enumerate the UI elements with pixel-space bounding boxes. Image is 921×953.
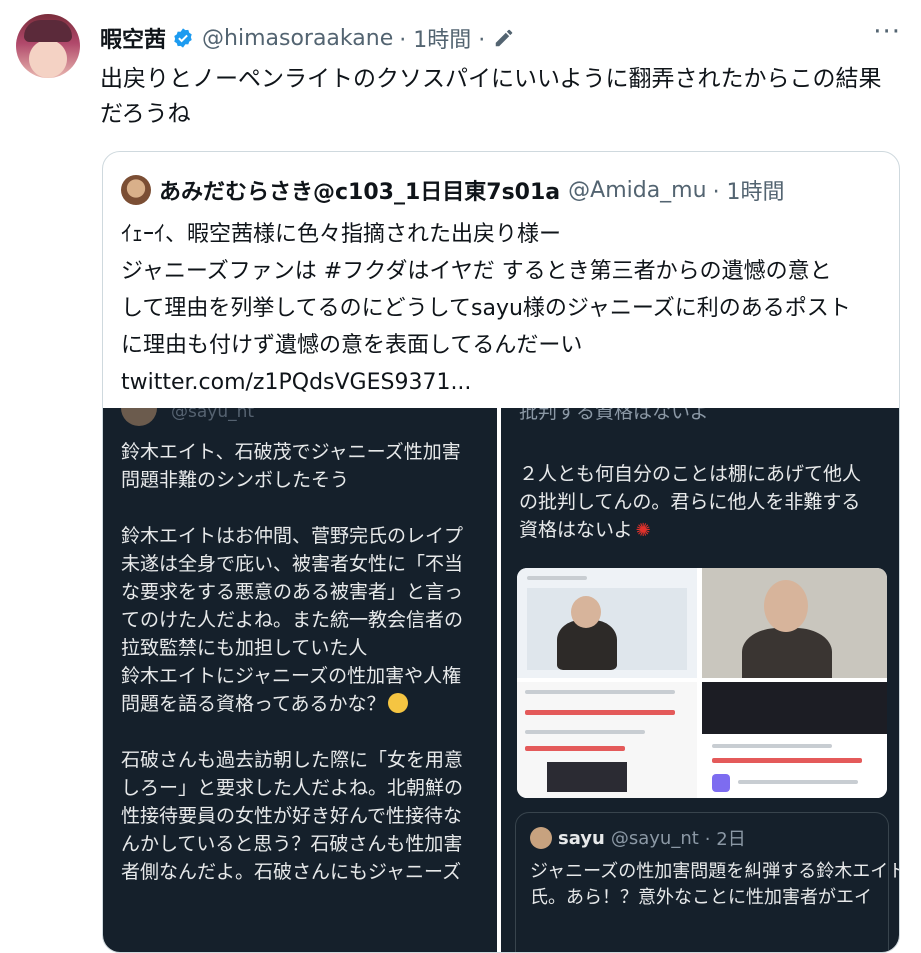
ghost-handle: @sayu_nt <box>171 408 255 422</box>
quote-media[interactable]: @sayu_nt 鈴木エイト、石破茂でジャニーズ性加害 問題非難のシンボしたそう… <box>103 408 899 952</box>
text-line: ジャニーズの性加害問題を糾弾する鈴木エイト <box>530 861 899 882</box>
text-line: てのけた人だよね。また統一教会信者の <box>121 609 464 631</box>
embed-author-name: sayu <box>558 827 605 849</box>
embed-header: sayu @sayu_nt · 2日 <box>530 825 746 851</box>
quote-author-name: あみだむらさき@c103_1日目東7s01a <box>159 180 561 205</box>
quote-tweet[interactable]: あみだむらさき@c103_1日目東7s01a @Amida_mu · 1時間 ｲ… <box>102 151 900 953</box>
quote-handle: @Amida_mu <box>568 177 707 203</box>
anger-icon: ✺ <box>635 520 651 541</box>
text-line: んかしていると思う？石破さんも性加害 <box>121 833 463 855</box>
verified-icon <box>172 27 194 49</box>
media-left-block-1: 鈴木エイト、石破茂でジャニーズ性加害 問題非難のシンボしたそう <box>121 438 461 494</box>
face-placeholder <box>571 596 601 628</box>
highlight-placeholder <box>525 746 625 751</box>
pencil-icon <box>493 27 515 49</box>
author-name[interactable]: 暇空茜 <box>100 22 166 54</box>
ghost-line: 批判する資格はないよ <box>519 408 709 423</box>
screenshot-collage <box>517 568 887 798</box>
text-line: 未遂は全身で庇い、被害者女性に「不当 <box>121 553 464 575</box>
ghost-avatar <box>121 408 157 426</box>
thinking-emoji-icon <box>388 693 409 713</box>
text-line: の批判してんの。君らに他人を非難する <box>519 491 861 513</box>
quote-link[interactable]: twitter.com/z1PQdsVGES9371... <box>121 364 891 401</box>
highlight-placeholder <box>712 758 862 763</box>
text-line: 鈴木エイトにジャニーズの性加害や人権 <box>121 665 462 687</box>
quote-line: して理由を列挙してるのにどうしてsayu様のジャニーズに利のあるポスト <box>121 296 851 321</box>
embed-avatar <box>530 827 552 849</box>
quote-line: ジャニーズファンは #フクダはイヤだ するとき第三者からの遺憾の意と <box>121 259 832 284</box>
media-image-right[interactable]: 批判する資格はないよ ２人とも何自分のことは棚にあげて他人 の批判してんの。君ら… <box>501 408 899 952</box>
embedded-tweet: sayu @sayu_nt · 2日 ジャニーズの性加害問題を糾弾する鈴木エイト… <box>515 812 899 952</box>
text-line: 鈴木エイト、石破茂でジャニーズ性加害 <box>121 441 461 463</box>
media-right-text: ２人とも何自分のことは棚にあげて他人 の批判してんの。君らに他人を非難する 資格… <box>519 460 861 544</box>
embed-handle: @sayu_nt <box>610 827 699 849</box>
text-placeholder <box>712 744 832 748</box>
photo-placeholder <box>547 762 627 792</box>
text-line: 性接待要員の女性が好き好んで性接待な <box>121 805 463 827</box>
collage-tile <box>517 568 697 678</box>
author-handle[interactable]: @himasoraakane <box>202 26 393 51</box>
media-left-block-2: 鈴木エイトはお仲間、菅野完氏のレイプ 未遂は全身で庇い、被害者女性に「不当 な要… <box>121 522 463 718</box>
tweet-header: 暇空茜 @himasoraakane · 1時間 · <box>100 22 515 54</box>
media-image-left[interactable]: @sayu_nt 鈴木エイト、石破茂でジャニーズ性加害 問題非難のシンボしたそう… <box>103 408 497 952</box>
text-line-text: 資格はないよ <box>519 519 633 541</box>
tweet-text-line: だろうね <box>100 101 191 127</box>
quote-header: あみだむらさき@c103_1日目東7s01a @Amida_mu · 1時間 <box>121 174 785 206</box>
text-line: 問題を語る資格ってあるかな？ <box>121 690 463 718</box>
quote-line: ｲｪｰｲ、暇空茜様に色々指摘された出戻り様ー <box>121 222 562 247</box>
quote-line: に理由も付けず遺憾の意を表面してるんだーい <box>121 333 583 358</box>
quote-text: ｲｪｰｲ、暇空茜様に色々指摘された出戻り様ー ジャニーズファンは #フクダはイヤ… <box>121 216 891 401</box>
text-placeholder <box>527 576 587 580</box>
text-line: しろー」と要求した人だよね。北朝鮮の <box>121 777 464 799</box>
embed-text: ジャニーズの性加害問題を糾弾する鈴木エイト 氏。あら！？意外なことに性加害者がエ… <box>530 859 899 911</box>
more-icon[interactable]: ··· <box>873 19 901 45</box>
tweet-text-line: 出戻りとノーペンライトのクソスパイにいいように翻弄されたからこの結果 <box>100 66 882 92</box>
collage-tile <box>702 682 887 798</box>
text-line: 氏。あら！？意外なことに性加害者がエイ <box>530 887 872 908</box>
text-line: ２人とも何自分のことは棚にあげて他人 <box>519 463 862 485</box>
highlight-placeholder <box>525 710 675 715</box>
text-line: な要求をする悪意のある被害者」と言っ <box>121 581 464 603</box>
tweet-time[interactable]: · 1時間 · <box>399 22 485 54</box>
text-placeholder <box>525 730 645 734</box>
text-line: 資格はないよ ✺ <box>519 516 861 544</box>
text-line: 鈴木エイトはお仲間、菅野完氏のレイプ <box>121 525 464 547</box>
text-placeholder <box>525 690 675 694</box>
collage-tile <box>517 682 697 798</box>
text-line: 者側なんだよ。石破さんにもジャニーズ <box>121 861 462 883</box>
person-silhouette <box>742 628 832 678</box>
collage-tile <box>702 568 887 678</box>
photo-placeholder <box>702 682 887 734</box>
text-line: 拉致監禁にも加担していた人 <box>121 637 368 659</box>
face-placeholder <box>764 580 808 632</box>
text-placeholder <box>738 780 858 784</box>
app-icon <box>712 774 730 792</box>
avatar[interactable] <box>16 14 80 78</box>
text-line: 石破さんも過去訪朝した際に「女を用意 <box>121 749 464 771</box>
embed-time: · 2日 <box>704 829 746 850</box>
media-left-block-3: 石破さんも過去訪朝した際に「女を用意 しろー」と要求した人だよね。北朝鮮の 性接… <box>121 746 463 886</box>
text-line-text: 問題を語る資格ってあるかな？ <box>121 693 386 715</box>
quote-avatar <box>121 175 151 205</box>
text-line: 問題非難のシンボしたそう <box>121 469 350 491</box>
tweet-text: 出戻りとノーペンライトのクソスパイにいいように翻弄されたからこの結果 だろうね <box>100 62 900 132</box>
quote-time: · 1時間 <box>712 180 785 205</box>
